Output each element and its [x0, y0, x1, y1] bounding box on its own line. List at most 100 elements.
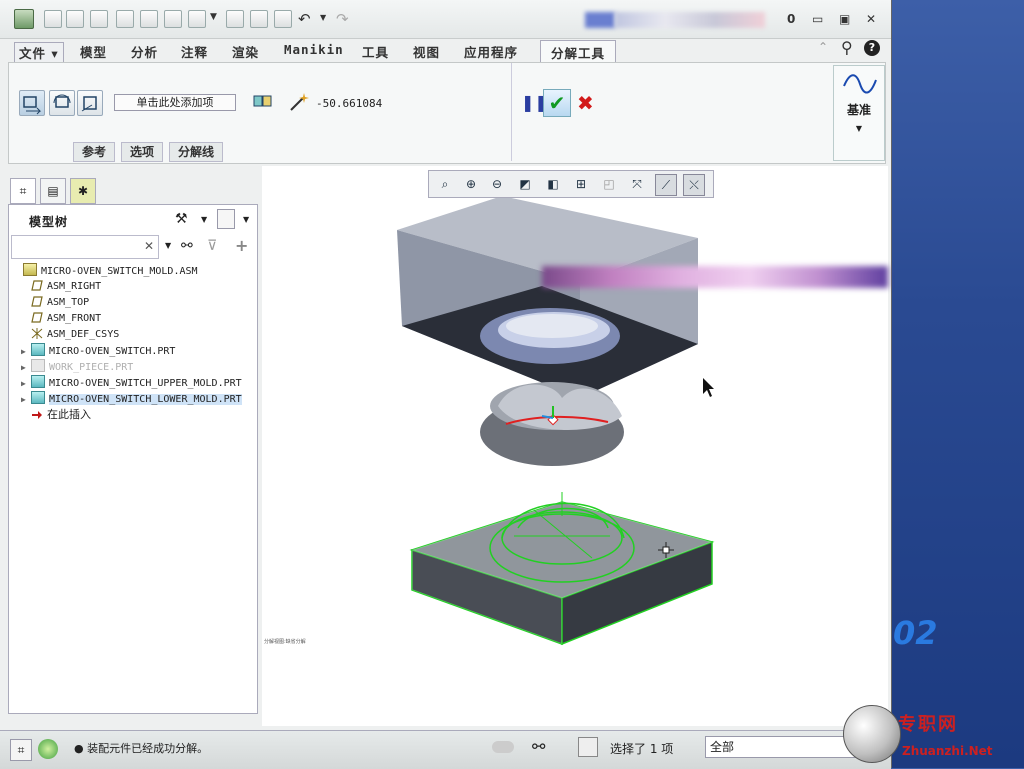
model-tree-tab-icon[interactable]: ⌗	[10, 178, 36, 204]
minimize-icon[interactable]: ▭	[812, 12, 823, 26]
windows-icon[interactable]	[140, 10, 158, 28]
explode-line-icon[interactable]	[251, 90, 275, 114]
subtab-options[interactable]: 选项	[121, 142, 164, 162]
tree-item[interactable]: ▶ WORK_PIECE.PRT	[21, 359, 133, 375]
tab-manikin[interactable]: Manikin	[284, 42, 344, 57]
perspective-icon[interactable]: ⤧	[627, 174, 647, 194]
undo-dropdown-icon[interactable]: ▼	[320, 13, 326, 22]
tree-search-input[interactable]: ✕	[11, 235, 159, 259]
tree-item[interactable]: ▶ MICRO-OVEN_SWITCH.PRT	[21, 343, 175, 359]
search-dropdown-icon[interactable]: ▼	[165, 241, 171, 250]
dropdown-arrow-icon[interactable]: ▼	[210, 12, 217, 22]
annotation-display-icon[interactable]: ⤬	[683, 174, 705, 196]
app-menu-icon[interactable]	[14, 9, 34, 29]
upper-mold-part[interactable]	[397, 196, 698, 398]
watermark-site-en: Zhuanzhi.Net	[902, 744, 993, 758]
search-icon[interactable]: ⚲	[841, 38, 853, 57]
expand-arrow-icon[interactable]: ▶	[21, 360, 31, 376]
zoom-out-icon[interactable]: ⊖	[487, 174, 507, 194]
datum-group-button[interactable]: 基准 ▼	[833, 65, 885, 161]
favorites-tab-icon[interactable]: ✱	[70, 178, 96, 204]
view-manager-icon[interactable]: ◰	[599, 174, 619, 194]
tree-item[interactable]: ▶ MICRO-OVEN_SWITCH_UPPER_MOLD.PRT	[21, 375, 242, 391]
tree-item[interactable]: ASM_DEF_CSYS	[21, 327, 119, 343]
tab-annotate[interactable]: 注释	[181, 42, 208, 61]
tab-view[interactable]: 视图	[413, 42, 440, 61]
save-icon[interactable]	[90, 10, 108, 28]
maximize-icon[interactable]: ▣	[839, 12, 850, 26]
confirm-button[interactable]: ✔	[543, 89, 571, 117]
redo-icon[interactable]: ↷	[336, 10, 349, 28]
lower-mold-part[interactable]	[409, 492, 715, 646]
expand-arrow-icon[interactable]: ▶	[21, 392, 31, 408]
help-icon[interactable]: ?	[864, 40, 880, 56]
datum-display-icon[interactable]: ⟋	[655, 174, 677, 196]
refit-icon[interactable]: ⌕	[435, 174, 455, 194]
tree-item-label: MICRO-OVEN_SWITCH.PRT	[49, 346, 176, 357]
tab-model[interactable]: 模型	[80, 42, 107, 61]
translate-motion-icon[interactable]	[19, 90, 45, 116]
find-icon[interactable]: ⚯	[181, 238, 193, 254]
close-window-icon[interactable]	[164, 10, 182, 28]
collapse-ribbon-icon[interactable]: ⌃	[818, 40, 828, 54]
tree-columns-icon[interactable]	[217, 209, 235, 229]
subtab-references[interactable]: 参考	[73, 142, 116, 162]
status-bar: ⌗ ● 装配元件已经成功分解。 ⚯ 选择了 1 项 全部	[0, 730, 891, 769]
new-file-icon[interactable]	[44, 10, 62, 28]
filter-icon[interactable]: ⊽	[207, 238, 217, 254]
selection-box-icon[interactable]	[578, 737, 598, 757]
open-file-icon[interactable]	[66, 10, 84, 28]
tree-item[interactable]: ASM_RIGHT	[21, 279, 101, 295]
add-column-icon[interactable]: +	[235, 236, 248, 255]
chevron-down-icon: ▼	[855, 124, 863, 133]
tree-settings-icon[interactable]: ⚒	[175, 211, 188, 227]
folder-browser-tab-icon[interactable]: ▤	[40, 178, 66, 204]
datum-label: 基准	[846, 103, 871, 117]
tree-item[interactable]: 在此插入	[21, 407, 91, 423]
tree-item[interactable]: MICRO-OVEN_SWITCH_MOLD.ASM	[13, 263, 198, 279]
tree-item[interactable]: ASM_FRONT	[21, 311, 101, 327]
saved-orientations-icon[interactable]: ⊞	[571, 174, 591, 194]
zoom-in-icon[interactable]: ⊕	[461, 174, 481, 194]
view-plane-motion-icon[interactable]	[77, 90, 103, 116]
toggle-icon[interactable]	[492, 741, 514, 753]
part-icon	[31, 359, 45, 372]
expand-arrow-icon[interactable]: ▶	[21, 344, 31, 360]
tab-analysis[interactable]: 分析	[131, 42, 158, 61]
repaint-icon[interactable]: ◩	[515, 174, 535, 194]
subtab-explode-lines[interactable]: 分解线	[169, 142, 224, 162]
tree-item[interactable]: ▶ MICRO-OVEN_SWITCH_LOWER_MOLD.PRT	[21, 391, 242, 407]
folder-icon[interactable]	[274, 10, 292, 28]
tree-settings-dropdown-icon[interactable]: ▼	[201, 215, 207, 224]
add-item-button[interactable]: 单击此处添加项	[114, 94, 236, 111]
rotate-motion-icon[interactable]	[49, 90, 75, 116]
expand-arrow-icon[interactable]: ▶	[21, 376, 31, 392]
model-tree-panel: 模型树 ⚒ ▼ ▼ ✕ ▼ ⚯ ⊽ + MICRO-OVEN_SWITCH_MO…	[8, 204, 258, 714]
graphics-viewport[interactable]	[262, 166, 888, 726]
checkbox-icon[interactable]	[250, 10, 268, 28]
tree-item-label: 在此插入	[47, 408, 91, 421]
model-tree-label: 模型树	[29, 215, 69, 229]
tab-render[interactable]: 渲染	[232, 42, 259, 61]
toggle-navigator-icon[interactable]: ⌗	[10, 739, 32, 761]
cancel-icon[interactable]: ✖	[577, 91, 594, 115]
switch-part[interactable]	[480, 382, 624, 466]
tab-file[interactable]: 文件 ▾	[14, 42, 64, 63]
display-style-icon[interactable]: ◧	[543, 174, 563, 194]
undo-icon[interactable]: ↶	[298, 10, 311, 28]
tree-columns-dropdown-icon[interactable]: ▼	[243, 215, 249, 224]
display-style-icon[interactable]	[188, 10, 206, 28]
view-state-label: 分解视图:缺省分解	[264, 639, 306, 645]
tab-applications[interactable]: 应用程序	[464, 42, 518, 61]
magic-wand-icon[interactable]	[287, 90, 311, 114]
selection-filter-select[interactable]: 全部	[705, 736, 857, 758]
tree-item[interactable]: ASM_TOP	[21, 295, 89, 311]
view-toolbar: ⌕ ⊕ ⊖ ◩ ◧ ⊞ ◰ ⤧ ⟋ ⤬	[428, 170, 714, 198]
clear-search-icon[interactable]: ✕	[144, 239, 154, 253]
regenerate-icon[interactable]	[116, 10, 134, 28]
browser-toggle-icon[interactable]	[38, 739, 58, 759]
tools-icon[interactable]	[226, 10, 244, 28]
find-binoculars-icon[interactable]: ⚯	[532, 737, 545, 756]
tab-tools[interactable]: 工具	[362, 42, 389, 61]
close-icon[interactable]: ✕	[866, 12, 876, 26]
